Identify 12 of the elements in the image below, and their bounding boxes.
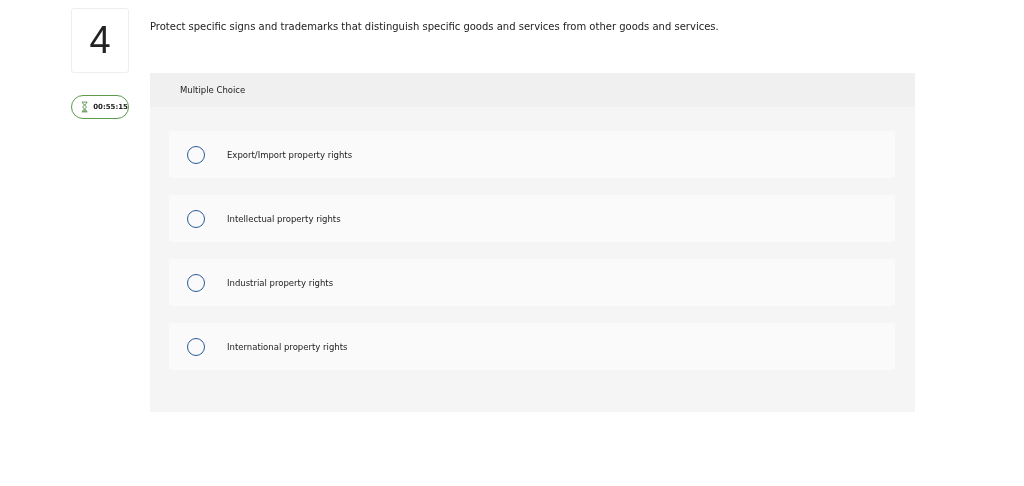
option-label: Industrial property rights [227,277,334,288]
answer-option[interactable]: Export/Import property rights [169,131,895,178]
question-number: 4 [71,8,129,73]
option-label: International property rights [227,341,348,352]
option-label: Intellectual property rights [227,213,341,224]
answer-option[interactable]: Intellectual property rights [169,195,895,242]
answer-option[interactable]: Industrial property rights [169,259,895,306]
question-text: Protect specific signs and trademarks that distinguish specific goods and services from other goods and services. [150,21,720,34]
answer-option[interactable]: International property rights [169,323,895,370]
option-label: Export/Import property rights [227,149,353,160]
hourglass-icon [81,101,89,113]
question-type: Multiple Choice [180,85,246,95]
